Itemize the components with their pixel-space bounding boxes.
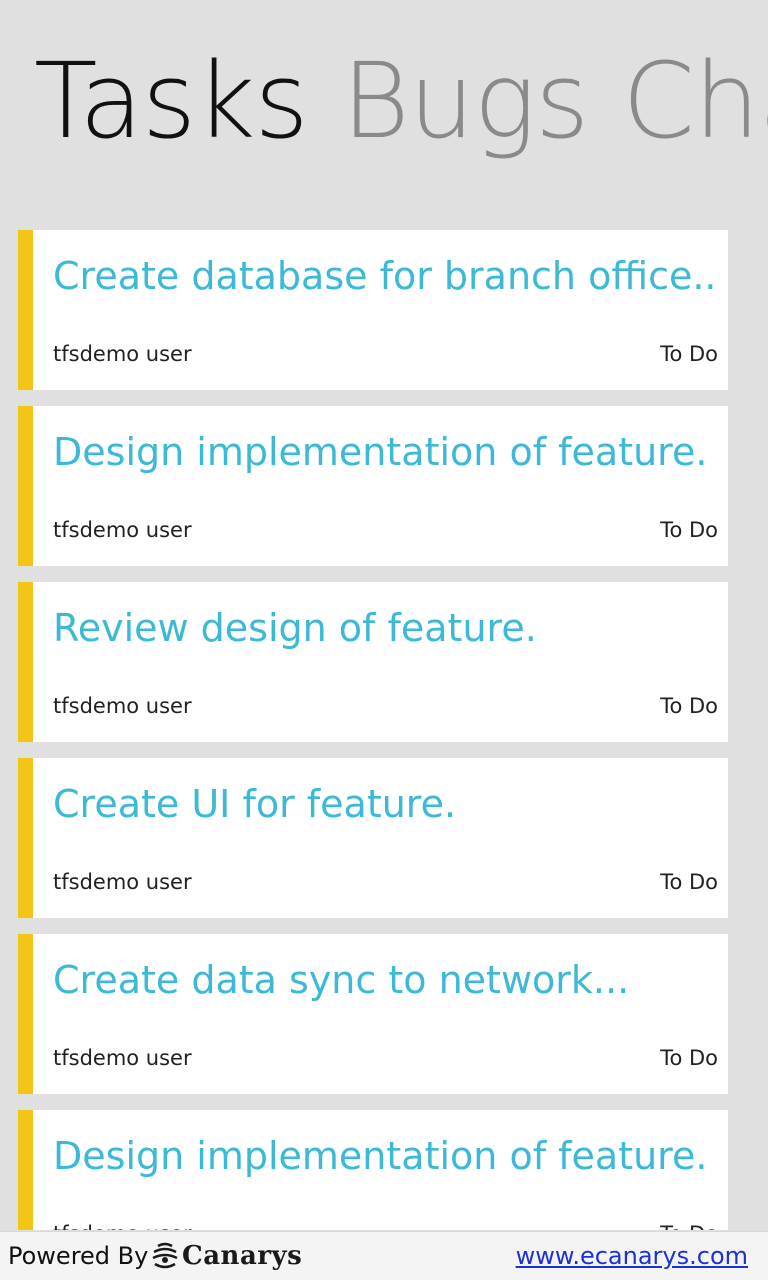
task-title: Create UI for feature. <box>53 782 457 826</box>
task-title: Create data sync to network... <box>53 958 630 1002</box>
task-item[interactable]: Create data sync to network... tfsdemo u… <box>18 934 728 1094</box>
footer-bar: Powered By Canarys www.ecanarys.com <box>0 1231 768 1280</box>
status-color-bar <box>18 582 33 742</box>
status-color-bar <box>18 934 33 1094</box>
task-state: To Do <box>660 1222 718 1230</box>
task-owner: tfsdemo user <box>53 694 192 718</box>
task-item[interactable]: Review design of feature. tfsdemo user T… <box>18 582 728 742</box>
canarys-logo-text: Canarys <box>182 1241 303 1271</box>
task-state: To Do <box>660 342 718 366</box>
tab-changesets[interactable]: Cha <box>622 36 768 166</box>
task-title: Create database for branch office... <box>53 254 716 298</box>
task-owner: tfsdemo user <box>53 870 192 894</box>
task-item[interactable]: Design implementation of feature. tfsdem… <box>18 406 728 566</box>
task-state: To Do <box>660 518 718 542</box>
task-owner: tfsdemo user <box>53 1222 192 1230</box>
task-state: To Do <box>660 1046 718 1070</box>
status-color-bar <box>18 758 33 918</box>
task-title: Design implementation of feature. <box>53 1134 708 1178</box>
task-owner: tfsdemo user <box>53 1046 192 1070</box>
pivot-header: Tasks BugsCha <box>34 36 768 176</box>
task-owner: tfsdemo user <box>53 518 192 542</box>
task-item[interactable]: Create database for branch office... tfs… <box>18 230 728 390</box>
status-color-bar <box>18 1110 33 1230</box>
task-list: Create database for branch office... tfs… <box>18 230 728 1230</box>
status-color-bar <box>18 230 33 390</box>
powered-by-label: Powered By <box>8 1242 149 1270</box>
tab-tasks[interactable]: Tasks <box>34 36 309 166</box>
task-item[interactable]: Create UI for feature. tfsdemo user To D… <box>18 758 728 918</box>
task-title: Design implementation of feature. <box>53 430 708 474</box>
task-owner: tfsdemo user <box>53 342 192 366</box>
canarys-logo-icon <box>152 1242 178 1269</box>
canarys-logo: Canarys <box>150 1238 302 1274</box>
task-state: To Do <box>660 870 718 894</box>
task-item[interactable]: Design implementation of feature. tfsdem… <box>18 1110 728 1230</box>
task-state: To Do <box>660 694 718 718</box>
status-color-bar <box>18 406 33 566</box>
tab-bugs[interactable]: Bugs <box>342 36 590 166</box>
website-link[interactable]: www.ecanarys.com <box>516 1242 748 1270</box>
task-title: Review design of feature. <box>53 606 537 650</box>
